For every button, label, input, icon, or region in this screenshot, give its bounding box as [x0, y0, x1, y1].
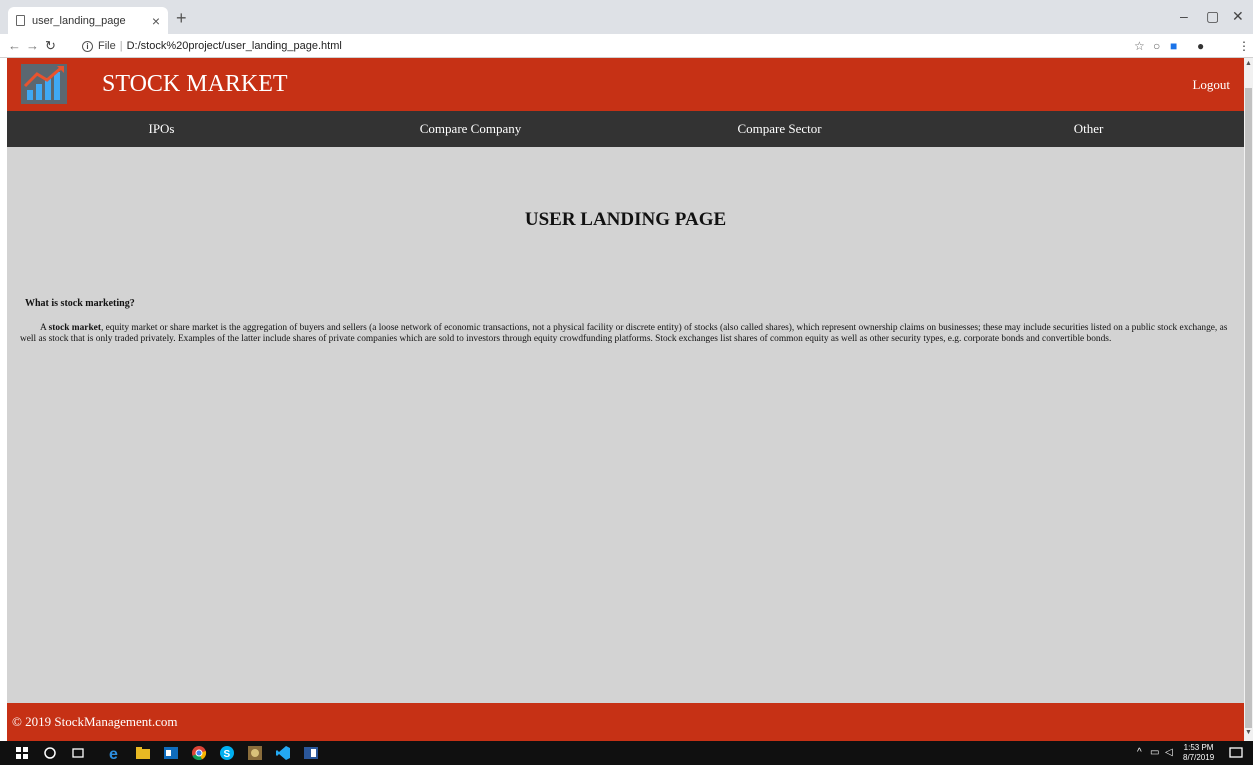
footer-copyright: © 2019 StockManagement.com	[12, 714, 178, 729]
svg-text:S: S	[224, 749, 231, 760]
taskbar-clock[interactable]: 1:53 PM 8/7/2019	[1183, 743, 1214, 763]
extension-icon[interactable]: ○	[1153, 39, 1160, 53]
nav-item-other[interactable]: Other	[934, 111, 1243, 147]
site-header: STOCK MARKET Logout	[7, 58, 1244, 111]
outlook-icon[interactable]	[163, 745, 179, 761]
description-paragraph: A stock market, equity market or share m…	[20, 323, 1232, 344]
app-icon[interactable]	[247, 745, 263, 761]
section-question: What is stock marketing?	[25, 298, 135, 309]
url-separator: |	[119, 40, 123, 52]
volume-icon[interactable]: ◁	[1165, 747, 1173, 758]
network-icon[interactable]: ▭	[1150, 747, 1159, 758]
notification-icon[interactable]	[1228, 745, 1244, 761]
address-bar: ← → ↻ i File | D:/stock%20project/user_l…	[0, 34, 1253, 58]
menu-kebab-icon[interactable]: ⋮	[1238, 39, 1250, 53]
url-text: D:/stock%20project/user_landing_page.htm…	[126, 40, 342, 52]
main-nav: IPOs Compare Company Compare Sector Othe…	[7, 111, 1244, 147]
search-icon[interactable]	[42, 745, 58, 761]
new-tab-button[interactable]: +	[176, 8, 187, 29]
clock-time: 1:53 PM	[1183, 743, 1214, 752]
para-lead: A	[40, 323, 49, 333]
info-icon[interactable]: i	[82, 40, 93, 52]
close-window-icon[interactable]: ✕	[1232, 8, 1244, 25]
skype-icon[interactable]: S	[219, 745, 235, 761]
nav-item-compare-company[interactable]: Compare Company	[316, 111, 625, 147]
edge-browser-icon[interactable]: e	[107, 745, 123, 761]
stock-chart-logo-icon	[21, 64, 67, 104]
scroll-up-icon[interactable]: ▲	[1244, 59, 1253, 71]
file-explorer-icon[interactable]	[135, 745, 151, 761]
site-title: STOCK MARKET	[102, 71, 288, 97]
site-footer: © 2019 StockManagement.com	[7, 703, 1244, 741]
vscode-icon[interactable]	[275, 745, 291, 761]
url-scheme: File	[98, 40, 116, 52]
clock-date: 8/7/2019	[1183, 753, 1215, 762]
minimize-icon[interactable]: –	[1180, 8, 1188, 24]
scroll-down-icon[interactable]: ▼	[1244, 728, 1253, 740]
apps-icon[interactable]: ■	[1170, 39, 1177, 53]
os-taskbar: e S ^ ▭ ◁ 1:53 PM 8/7/2019	[0, 741, 1253, 765]
tab-title: user_landing_page	[32, 14, 126, 27]
tray-chevron-icon[interactable]: ^	[1137, 747, 1142, 758]
star-icon[interactable]: ☆	[1134, 39, 1145, 53]
back-arrow-icon[interactable]: ←	[8, 38, 21, 53]
profile-icon[interactable]: ●	[1197, 39, 1204, 53]
chrome-icon[interactable]	[191, 745, 207, 761]
task-view-icon[interactable]	[70, 745, 86, 761]
browser-tab-strip: user_landing_page × + – ▢ ✕	[0, 0, 1253, 34]
windows-start-icon[interactable]	[14, 745, 30, 761]
page-viewport: STOCK MARKET Logout IPOs Compare Company…	[7, 58, 1244, 741]
url-field[interactable]: i File | D:/stock%20project/user_landing…	[82, 38, 342, 54]
reload-icon[interactable]: ↻	[45, 38, 56, 54]
forward-arrow-icon[interactable]: →	[26, 38, 39, 53]
browser-tab[interactable]: user_landing_page ×	[8, 7, 168, 34]
nav-item-ipos[interactable]: IPOs	[7, 111, 316, 147]
para-body: , equity market or share market is the a…	[20, 323, 1228, 344]
page-scrollbar[interactable]: ▲ ▼	[1244, 58, 1253, 741]
para-bold-term: stock market	[48, 323, 101, 333]
svg-text:e: e	[109, 746, 118, 761]
tab-close-icon[interactable]: ×	[152, 13, 160, 29]
scroll-thumb[interactable]	[1245, 88, 1252, 728]
page-icon	[16, 15, 25, 26]
word-icon[interactable]	[303, 745, 319, 761]
restore-icon[interactable]: ▢	[1206, 8, 1219, 25]
logout-link[interactable]: Logout	[1192, 77, 1230, 93]
page-heading: USER LANDING PAGE	[524, 209, 727, 230]
nav-item-compare-sector[interactable]: Compare Sector	[625, 111, 934, 147]
